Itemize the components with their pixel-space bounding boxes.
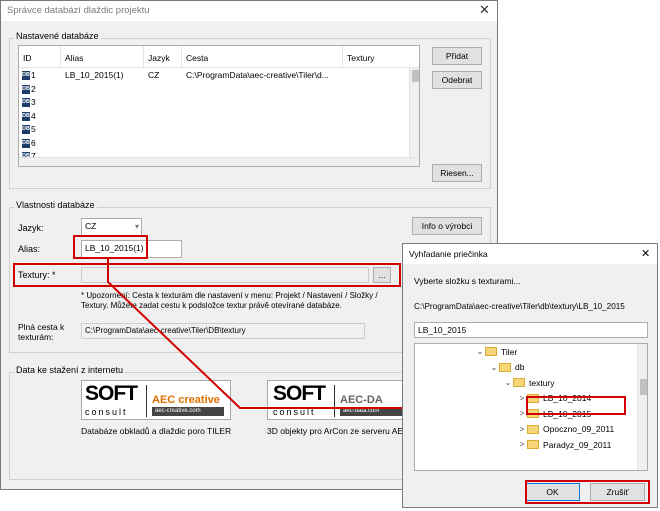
chevron-right-icon[interactable]: > <box>517 440 527 449</box>
dialog-title: Vyhľadanie priečinka <box>409 249 488 259</box>
dialog-title-bar: Vyhľadanie priečinka ✕ <box>403 244 657 264</box>
tree-node-label: textury <box>529 377 555 388</box>
buttons-highlight <box>525 480 650 504</box>
folder-browser-dialog: Vyhľadanie priečinka ✕ Vyberte složku s … <box>402 243 658 508</box>
folder-name-input[interactable]: LB_10_2015 <box>414 322 648 338</box>
chevron-down-icon[interactable]: ⌄ <box>503 378 513 387</box>
folder-icon <box>499 362 511 372</box>
folder-icon <box>485 347 497 356</box>
tree-node-label: db <box>515 362 525 372</box>
scroll-thumb[interactable] <box>640 379 647 395</box>
chevron-right-icon[interactable]: > <box>517 425 527 434</box>
tree-node[interactable]: ⌄ textury <box>503 375 555 390</box>
tree-node-label: Tiler <box>501 346 518 357</box>
chevron-down-icon[interactable]: ⌄ <box>489 363 499 372</box>
selected-folder-highlight <box>526 396 626 415</box>
folder-icon <box>513 378 525 387</box>
dialog-prompt: Vyberte složku s texturami... <box>414 276 521 286</box>
tree-node[interactable]: ⌄ Tiler <box>475 344 518 359</box>
tree-node-label: Opoczno_09_2011 <box>543 424 615 434</box>
tree-node[interactable]: > Opoczno_09_2011 <box>517 422 615 437</box>
selected-path: C:\ProgramData\aec-creative\Tiler\db\tex… <box>414 302 625 311</box>
close-icon[interactable]: ✕ <box>641 247 650 260</box>
folder-icon <box>527 424 539 434</box>
folder-icon <box>527 440 539 449</box>
chevron-down-icon[interactable]: ⌄ <box>475 347 485 356</box>
tree-node[interactable]: ⌄ db <box>489 360 525 375</box>
tree-scrollbar[interactable] <box>637 344 647 470</box>
tree-node[interactable]: > Paradyz_09_2011 <box>517 437 612 452</box>
tree-node-label: Paradyz_09_2011 <box>543 439 612 450</box>
